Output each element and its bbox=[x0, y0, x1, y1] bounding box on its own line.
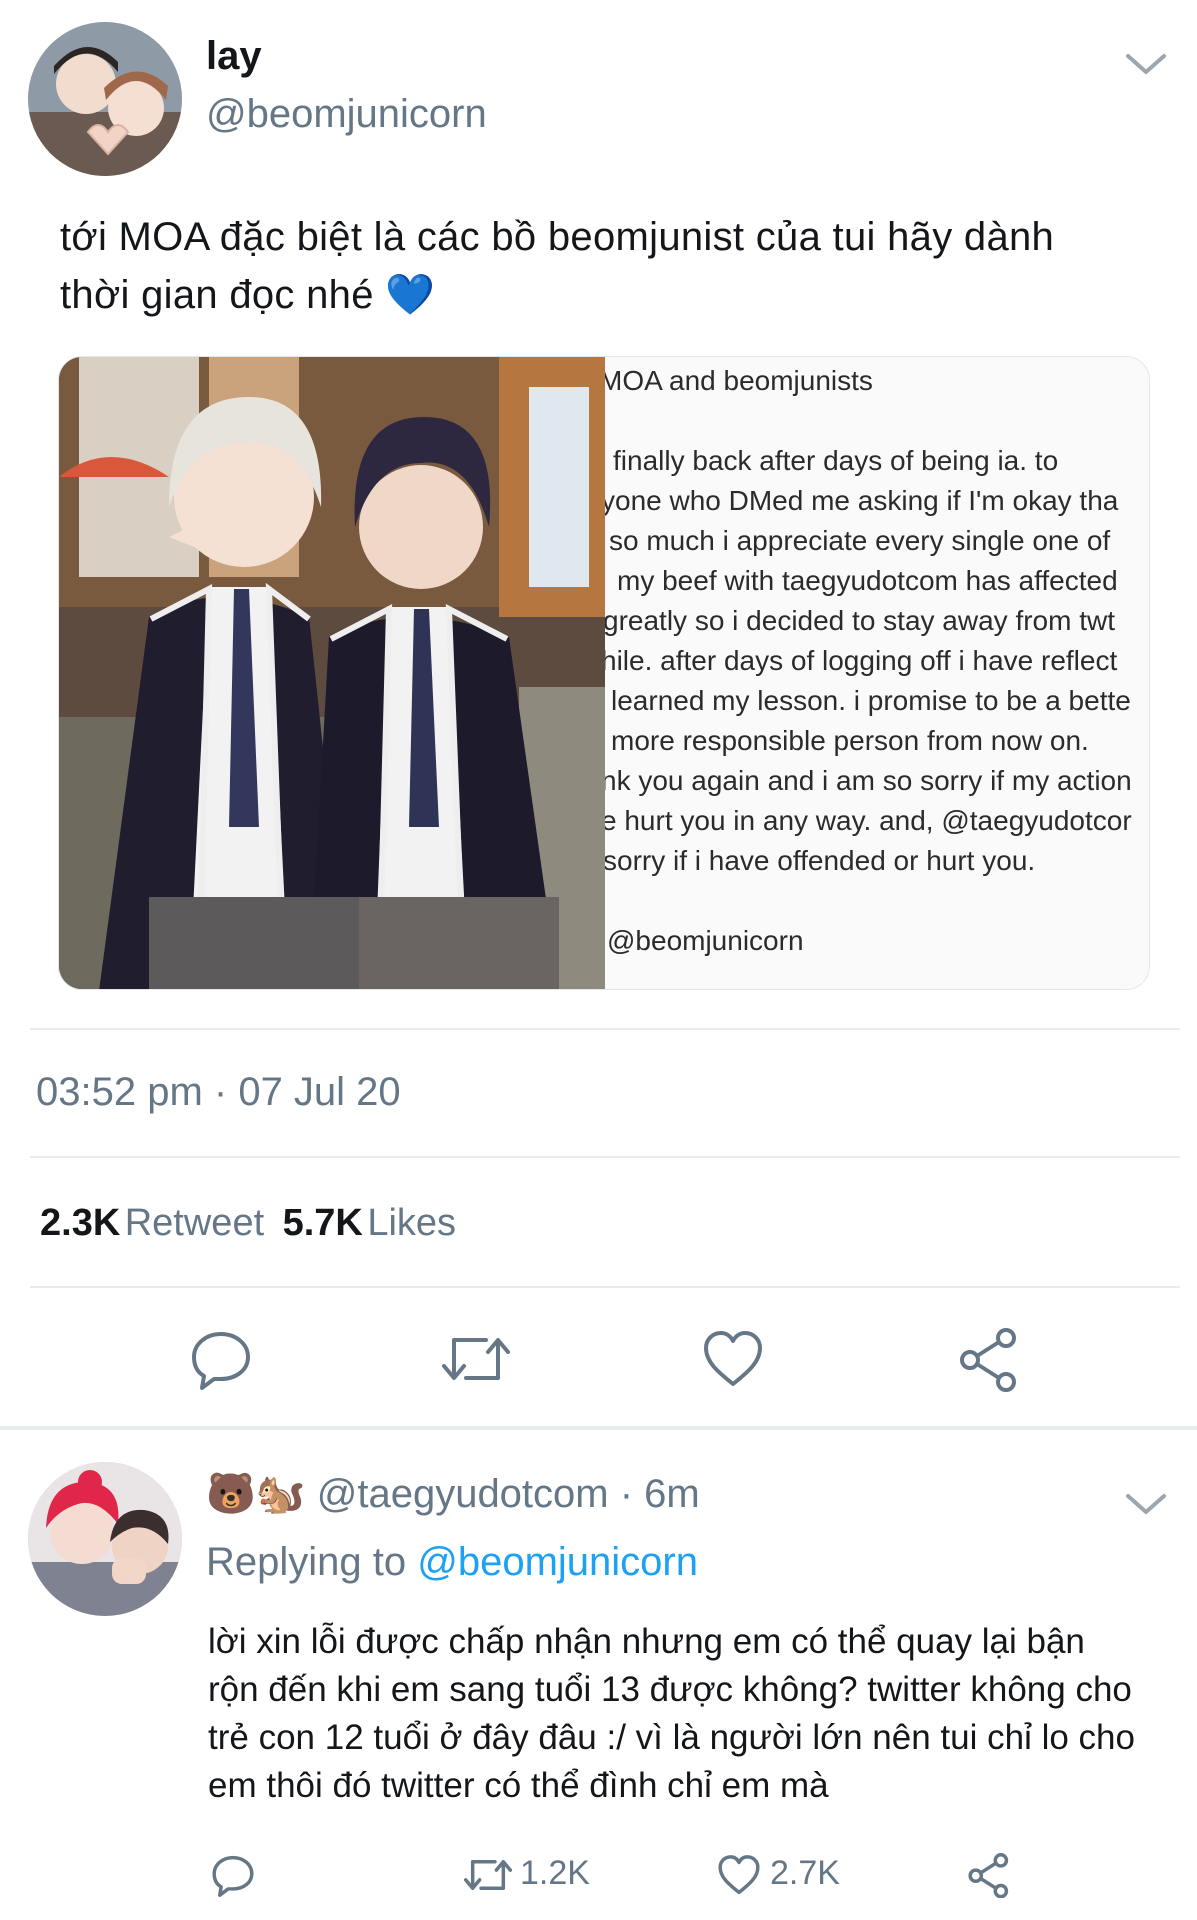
reply-time: · 6m bbox=[619, 1472, 700, 1516]
reply-icon[interactable] bbox=[188, 1326, 254, 1392]
note-line: MOA and beomjunists bbox=[605, 365, 873, 396]
section-divider bbox=[0, 1426, 1197, 1430]
reply-text: lời xin lỗi được chấp nhận nhưng em có t… bbox=[208, 1618, 1188, 1810]
heart-icon[interactable] bbox=[716, 1852, 762, 1898]
note-screenshot: MOA and beomjunists i finally back after… bbox=[605, 357, 1149, 989]
retweet-icon[interactable] bbox=[440, 1326, 512, 1392]
reply-text-line: em thôi đó twitter có thể đình chỉ em mà bbox=[208, 1766, 829, 1805]
like-label: Likes bbox=[367, 1202, 457, 1244]
tweet-text: tới MOA đặc biệt là các bồ beomjunist củ… bbox=[60, 208, 1170, 324]
author-display-name[interactable]: lay bbox=[206, 34, 262, 79]
reply-author-emoji[interactable]: 🐻🐿️ bbox=[206, 1472, 306, 1516]
like-stat[interactable]: 5.7K Likes bbox=[283, 1202, 456, 1244]
note-line: learned my lesson. i promise to be a bet… bbox=[611, 685, 1131, 716]
retweet-label: Retweet bbox=[124, 1202, 265, 1244]
author-avatar[interactable] bbox=[28, 22, 182, 176]
reply-avatar[interactable] bbox=[28, 1462, 182, 1616]
retweet-stat[interactable]: 2.3K Retweet bbox=[40, 1202, 269, 1244]
reply-text-line: trẻ con 12 tuổi ở đây đâu :/ vì là người… bbox=[208, 1718, 1135, 1757]
share-icon[interactable] bbox=[956, 1326, 1022, 1392]
reply-author-handle[interactable]: @taegyudotcom bbox=[317, 1472, 609, 1516]
retweet-count: 2.3K bbox=[40, 1202, 121, 1244]
reply-retweet-count: 1.2K bbox=[520, 1854, 590, 1892]
note-line: my beef with taegyudotcom has affected bbox=[617, 565, 1118, 596]
divider bbox=[30, 1286, 1180, 1288]
reply-icon[interactable] bbox=[210, 1852, 256, 1898]
replying-to-prefix: Replying to bbox=[206, 1540, 407, 1584]
note-line: more responsible person from now on. bbox=[611, 725, 1089, 756]
like-count: 5.7K bbox=[282, 1202, 363, 1244]
note-line: @beomjunicorn bbox=[607, 925, 804, 956]
chevron-down-icon[interactable] bbox=[1122, 50, 1170, 80]
note-line: i finally back after days of being ia. t… bbox=[605, 445, 1059, 476]
note-line: greatly so i decided to stay away from t… bbox=[605, 605, 1115, 636]
tweet-text-line: tới MOA đặc biệt là các bồ beomjunist củ… bbox=[60, 215, 1055, 259]
photo-image bbox=[59, 357, 605, 989]
reply-text-line: rộn đến khi em sang tuổi 13 được không? … bbox=[208, 1670, 1132, 1709]
heart-icon[interactable] bbox=[700, 1326, 766, 1392]
retweet-icon[interactable] bbox=[462, 1852, 514, 1898]
replying-to: Replying to @beomjunicorn bbox=[206, 1540, 698, 1585]
note-line: so much i appreciate every single one of bbox=[609, 525, 1111, 556]
tweet-stats: 2.3K Retweet 5.7K Likes bbox=[40, 1202, 456, 1245]
note-line: e hurt you in any way. and, @taegyudotco… bbox=[605, 805, 1132, 836]
note-line: yone who DMed me asking if I'm okay tha bbox=[605, 485, 1119, 516]
reply-header: 🐻🐿️ @taegyudotcom · 6m bbox=[206, 1470, 700, 1517]
note-line: nk you again and i am so sorry if my act… bbox=[605, 765, 1132, 796]
share-icon[interactable] bbox=[966, 1852, 1012, 1898]
reply-text-line: lời xin lỗi được chấp nhận nhưng em có t… bbox=[208, 1622, 1085, 1661]
author-handle[interactable]: @beomjunicorn bbox=[206, 92, 487, 137]
tweet-text-line: thời gian đọc nhé 💙 bbox=[60, 273, 436, 317]
tweet-media[interactable]: MOA and beomjunists i finally back after… bbox=[58, 356, 1150, 990]
reply-like-count: 2.7K bbox=[770, 1854, 840, 1892]
tweet-timestamp: 03:52 pm · 07 Jul 20 bbox=[36, 1070, 401, 1114]
note-line: sorry if i have offended or hurt you. bbox=[605, 845, 1036, 876]
replying-to-link[interactable]: @beomjunicorn bbox=[417, 1540, 698, 1584]
divider bbox=[30, 1156, 1180, 1158]
chevron-down-icon[interactable] bbox=[1122, 1490, 1170, 1520]
note-line: hile. after days of logging off i have r… bbox=[605, 645, 1118, 676]
divider bbox=[30, 1028, 1180, 1030]
